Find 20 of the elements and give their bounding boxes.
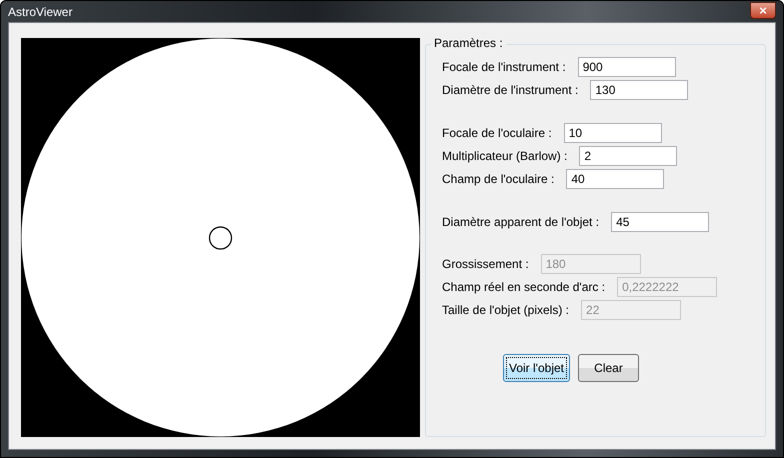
input-field[interactable]: 900 (578, 57, 676, 77)
field-label: Taille de l'objet (pixels) : (442, 303, 570, 317)
field-label: Diamètre de l'instrument : (442, 83, 578, 97)
field-label: Focale de l'instrument : (442, 60, 566, 74)
field-label: Grossissement : (442, 257, 529, 271)
object-circle (208, 226, 232, 250)
field-label: Diamètre apparent de l'objet : (442, 215, 600, 229)
input-field[interactable]: 10 (564, 123, 662, 143)
window-title: AstroViewer (8, 4, 72, 18)
input-field[interactable]: 2 (579, 146, 678, 166)
group-title: Paramètres : (431, 36, 506, 50)
input-field[interactable]: 130 (590, 80, 688, 100)
input-field[interactable]: 40 (566, 169, 664, 189)
show-object-button[interactable]: Voir l'objet (503, 354, 570, 382)
field-label: Multiplicateur (Barlow) : (442, 149, 568, 163)
input-field[interactable]: 45 (611, 212, 710, 232)
field-label: Champ de l'oculaire : (442, 172, 554, 186)
field-label: Focale de l'oculaire : (442, 126, 552, 140)
field-label: Champ réel en seconde d'arc : (442, 280, 606, 294)
clear-button[interactable]: Clear (578, 354, 639, 382)
